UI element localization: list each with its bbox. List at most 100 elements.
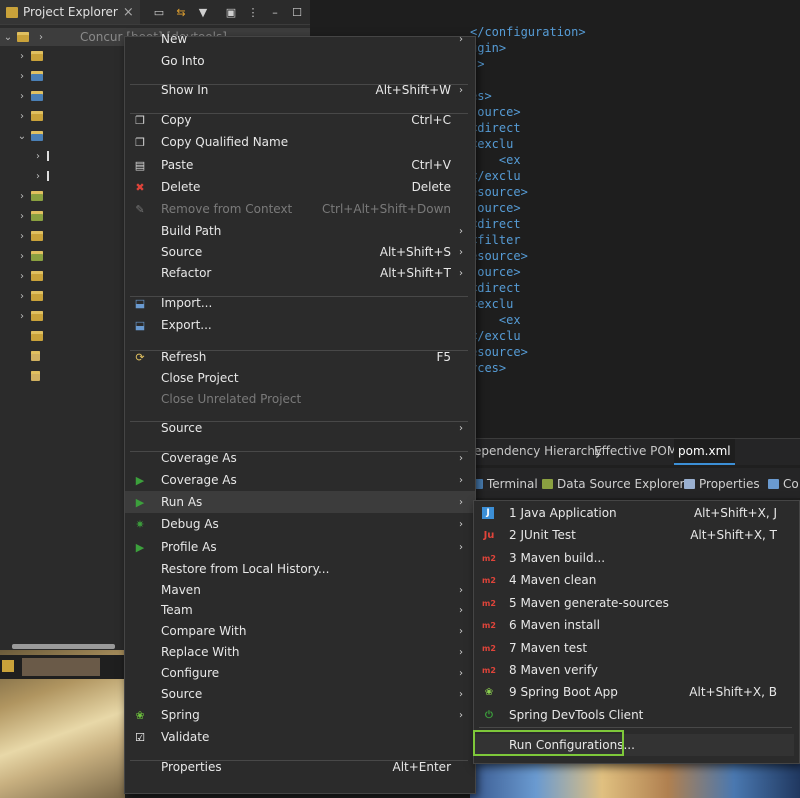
tab-effective-pom[interactable]: Effective POM [590, 439, 681, 463]
library-icon [31, 71, 43, 81]
tab-terminal[interactable]: Terminal [472, 474, 538, 494]
menu-item-configure[interactable]: Configure › [125, 662, 475, 684]
copy-icon: ❐ [135, 113, 145, 127]
menu-item-coverage-as[interactable]: Coverage As › [125, 447, 475, 469]
menu-item-replace-with[interactable]: Replace With › [125, 641, 475, 663]
submenu-item-6-maven-install[interactable]: m2 6 Maven install [474, 614, 799, 636]
menu-item-shortcut: Ctrl+Alt+Shift+Down [321, 202, 451, 216]
submenu-item-label: 1 Java Application [509, 506, 617, 520]
menu-item-close-project[interactable]: Close Project [125, 367, 475, 389]
menu-item-build-path[interactable]: Build Path › [125, 220, 475, 242]
tab-project-explorer[interactable]: Project Explorer × [0, 0, 140, 24]
menu-item-profile-as[interactable]: ▶ Profile As › [125, 536, 475, 558]
chevron-right-icon: › [459, 541, 463, 553]
code-line: </exclu [470, 329, 521, 343]
menu-item-go-into[interactable]: Go Into [125, 50, 475, 72]
focus-icon[interactable]: ▣ [222, 3, 240, 21]
menu-item-label: Source [161, 245, 203, 259]
menu-item-run-as[interactable]: ▶ Run As › [125, 491, 475, 513]
tab-console[interactable]: Co [768, 474, 799, 494]
menu-item-coverage-as[interactable]: ▶ Coverage As › [125, 469, 475, 491]
tab-data-source-explorer[interactable]: Data Source Explorer [542, 474, 684, 494]
submenu-item-2-junit-test[interactable]: Ju 2 JUnit Test Alt+Shift+X, T [474, 524, 799, 546]
minimize-icon[interactable]: – [266, 3, 284, 21]
menu-item-new[interactable]: New › [125, 28, 475, 50]
menu-item-restore-from-local-history[interactable]: Restore from Local History... [125, 558, 475, 580]
code-line: <exclu [470, 297, 514, 311]
menu-item-import[interactable]: ⬓ Import... [125, 292, 475, 314]
menu-item-label: Copy Qualified Name [161, 135, 289, 149]
menu-item-properties[interactable]: Properties Alt+Enter [125, 756, 475, 778]
menu-item-label: Paste [161, 158, 194, 172]
menu-item-source[interactable]: Source › [125, 417, 475, 439]
code-line: <direct [470, 121, 521, 135]
menu-item-refactor[interactable]: Refactor Alt+Shift+T › [125, 262, 475, 284]
tab-pom-xml[interactable]: pom.xml [674, 439, 735, 465]
taskbar-thumbnail [22, 658, 100, 676]
menu-item-delete[interactable]: ✖ Delete Delete [125, 176, 475, 198]
menu-item-label: Import... [161, 296, 213, 310]
folder-icon [31, 231, 43, 241]
menu-item-label: Replace With [161, 645, 240, 659]
tab-dependency-hierarchy[interactable]: ependency Hierarchy [470, 439, 606, 463]
link-with-editor-icon[interactable]: ⇆ [172, 3, 190, 21]
submenu-item-label: Spring DevTools Client [509, 708, 644, 722]
menu-item-source[interactable]: Source Alt+Shift+S › [125, 241, 475, 263]
menu-item-paste[interactable]: ▤ Paste Ctrl+V [125, 154, 475, 176]
submenu-item-1-java-application[interactable]: J 1 Java Application Alt+Shift+X, J [474, 502, 799, 524]
jar-icon [47, 151, 49, 161]
menu-item-copy-qualified-name[interactable]: ❐ Copy Qualified Name [125, 131, 475, 153]
submenu-item-5-maven-generate-sources[interactable]: m2 5 Maven generate-sources [474, 592, 799, 614]
tab-properties-label: Properties [699, 477, 760, 491]
submenu-item-3-maven-build[interactable]: m2 3 Maven build... [474, 547, 799, 569]
code-line: esource> [470, 185, 528, 199]
menu-item-copy[interactable]: ❐ Copy Ctrl+C [125, 109, 475, 131]
chevron-right-icon: › [459, 422, 463, 434]
menu-item-label: Build Path [161, 224, 222, 238]
filter-icon[interactable]: ▼ [194, 3, 212, 21]
menu-item-spring[interactable]: ❀ Spring › [125, 704, 475, 726]
menu-item-export[interactable]: ⬓ Export... [125, 314, 475, 336]
chevron-right-icon: › [459, 452, 463, 464]
submenu-item-4-maven-clean[interactable]: m2 4 Maven clean [474, 569, 799, 591]
menu-item-team[interactable]: Team › [125, 599, 475, 621]
menu-item-maven[interactable]: Maven › [125, 579, 475, 601]
chevron-down-icon[interactable]: ⌄ [2, 32, 14, 43]
submenu-item-spring-devtools-client[interactable]: ⏻ Spring DevTools Client [474, 704, 799, 726]
menu-item-label: Maven [161, 583, 201, 597]
spring-devtools-icon: ⏻ [485, 709, 493, 721]
folder-icon [31, 291, 43, 301]
menu-item-refresh[interactable]: ⟳ Refresh F5 [125, 346, 475, 368]
properties-icon [684, 479, 695, 489]
menu-item-shortcut: Ctrl+V [411, 158, 451, 172]
submenu-item-9-spring-boot-app[interactable]: ❀ 9 Spring Boot App Alt+Shift+X, B [474, 681, 799, 703]
submenu-item-8-maven-verify[interactable]: m2 8 Maven verify [474, 659, 799, 681]
collapse-all-icon[interactable]: ▭ [150, 3, 168, 21]
submenu-item-label: 5 Maven generate-sources [509, 596, 669, 610]
app-icon [2, 660, 14, 672]
menu-item-label: Source [161, 687, 203, 701]
file-icon [31, 331, 43, 341]
menu-item-label: Team [161, 603, 193, 617]
validate-icon: ☑ [135, 730, 145, 744]
submenu-item-7-maven-test[interactable]: m2 7 Maven test [474, 637, 799, 659]
menu-item-debug-as[interactable]: ✷ Debug As › [125, 513, 475, 535]
code-line: source> [470, 105, 521, 119]
code-line: <exclu [470, 137, 514, 151]
menu-item-label: Show In [161, 83, 209, 97]
menu-item-label: Restore from Local History... [161, 562, 330, 576]
source-folder-icon [31, 251, 43, 261]
submenu-item-label: 7 Maven test [509, 641, 588, 655]
menu-item-show-in[interactable]: Show In Alt+Shift+W › [125, 79, 475, 101]
close-tab-icon[interactable]: × [123, 5, 134, 20]
horizontal-scrollbar[interactable] [12, 644, 115, 649]
tab-properties[interactable]: Properties [684, 474, 760, 494]
menu-item-source[interactable]: Source › [125, 683, 475, 705]
menu-item-validate[interactable]: ☑ Validate [125, 726, 475, 748]
menu-item-label: Debug As [161, 517, 219, 531]
menu-item-compare-with[interactable]: Compare With › [125, 620, 475, 642]
code-line: </exclu [470, 169, 521, 183]
maximize-icon[interactable]: ☐ [288, 3, 306, 21]
code-line: esource> [470, 249, 528, 263]
view-menu-icon[interactable]: ⋮ [244, 3, 262, 21]
